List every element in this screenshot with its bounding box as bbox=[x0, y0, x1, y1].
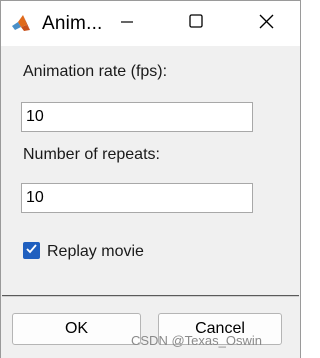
close-icon bbox=[259, 14, 274, 34]
dialog-window: Anim... Animation rate (fps): Number of … bbox=[0, 0, 301, 358]
minimize-icon bbox=[121, 15, 133, 33]
maximize-button[interactable] bbox=[173, 1, 219, 46]
ok-button[interactable]: OK bbox=[12, 313, 141, 345]
minimize-button[interactable] bbox=[104, 1, 150, 46]
rate-label: Animation rate (fps): bbox=[23, 63, 168, 80]
replay-checkbox[interactable] bbox=[23, 242, 40, 259]
title-bar[interactable]: Anim... bbox=[1, 1, 300, 46]
check-icon bbox=[25, 242, 38, 260]
watermark-text: CSDN @Texas_Oswin bbox=[131, 333, 262, 348]
form-panel: Animation rate (fps): Number of repeats:… bbox=[1, 46, 300, 294]
matlab-icon bbox=[11, 13, 31, 33]
close-button[interactable] bbox=[243, 1, 289, 46]
repeats-label: Number of repeats: bbox=[23, 146, 160, 163]
window-title: Anim... bbox=[42, 13, 103, 34]
maximize-icon bbox=[189, 14, 203, 33]
repeats-input[interactable] bbox=[21, 183, 253, 213]
rate-input[interactable] bbox=[21, 102, 253, 132]
replay-label[interactable]: Replay movie bbox=[47, 243, 144, 261]
button-footer: OK Cancel bbox=[1, 297, 300, 358]
